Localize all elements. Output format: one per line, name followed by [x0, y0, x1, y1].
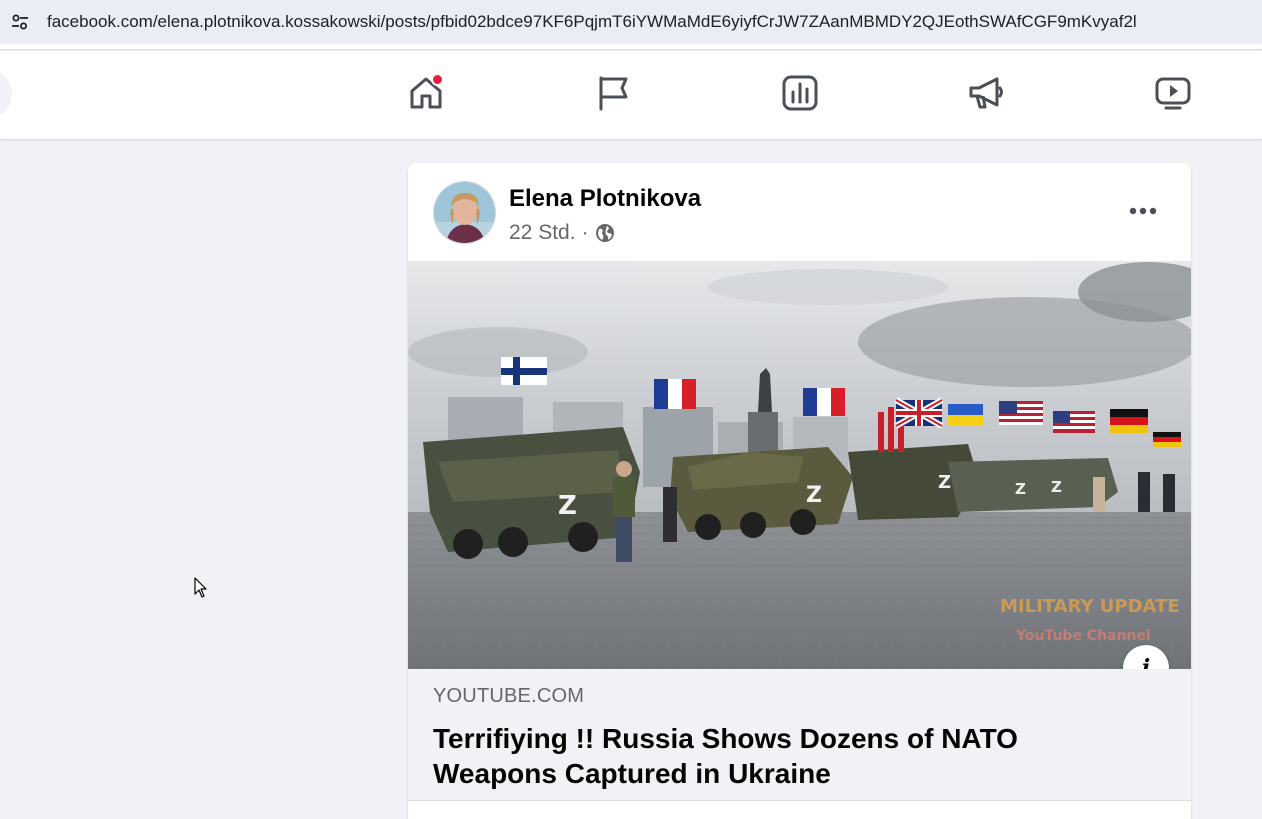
- post-header: Elena Plotnikova 22 Std. ·: [408, 163, 1191, 261]
- post-card: Elena Plotnikova 22 Std. · Z Z Z Z Z MIL…: [408, 163, 1191, 819]
- nav-tab-home[interactable]: [406, 73, 446, 113]
- post-action-row: [408, 801, 1191, 819]
- mouse-cursor-icon: [194, 577, 207, 598]
- svg-text:Z: Z: [938, 472, 951, 493]
- notification-dot: [431, 73, 444, 86]
- link-preview[interactable]: YOUTUBE.COM Terrifiying !! Russia Shows …: [408, 669, 1191, 801]
- image-watermark-line1: MILITARY UPDATE: [1000, 596, 1180, 617]
- search-button[interactable]: [0, 71, 12, 117]
- link-domain: YOUTUBE.COM: [433, 685, 585, 707]
- image-watermark-line2: YouTube Channel: [1015, 628, 1151, 644]
- svg-text:Z: Z: [806, 483, 822, 508]
- nav-tab-insights[interactable]: [780, 73, 820, 113]
- browser-divider: [0, 44, 1262, 50]
- url-text[interactable]: facebook.com/elena.plotnikova.kossakowsk…: [47, 12, 1137, 32]
- post-options-button[interactable]: [1123, 193, 1163, 229]
- meta-separator: ·: [581, 221, 589, 244]
- post-meta: 22 Std. ·: [509, 221, 615, 245]
- svg-text:Z: Z: [1051, 478, 1062, 496]
- link-preview-image[interactable]: Z Z Z Z Z MILITARY UPDATE YouTube Channe…: [408, 261, 1191, 669]
- author-avatar[interactable]: [433, 181, 496, 244]
- more-icon: [1129, 207, 1157, 215]
- link-title[interactable]: Terrifiying !! Russia Shows Dozens of NA…: [433, 721, 1113, 791]
- tune-icon[interactable]: [5, 7, 35, 37]
- author-name[interactable]: Elena Plotnikova: [509, 185, 701, 213]
- svg-text:Z: Z: [1015, 480, 1026, 498]
- nav-tab-ads[interactable]: [966, 73, 1006, 113]
- nav-tab-pages[interactable]: [593, 73, 633, 113]
- svg-text:Z: Z: [558, 491, 577, 521]
- megaphone-icon: [969, 77, 1003, 109]
- top-navigation: [0, 51, 1262, 139]
- video-icon: [1155, 77, 1191, 110]
- browser-address-bar[interactable]: facebook.com/elena.plotnikova.kossakowsk…: [0, 0, 1262, 44]
- nav-tab-video[interactable]: [1153, 73, 1193, 113]
- flag-icon: [599, 76, 628, 111]
- post-timestamp[interactable]: 22 Std.: [509, 221, 576, 245]
- globe-icon[interactable]: [595, 223, 615, 243]
- chart-icon: [782, 75, 818, 111]
